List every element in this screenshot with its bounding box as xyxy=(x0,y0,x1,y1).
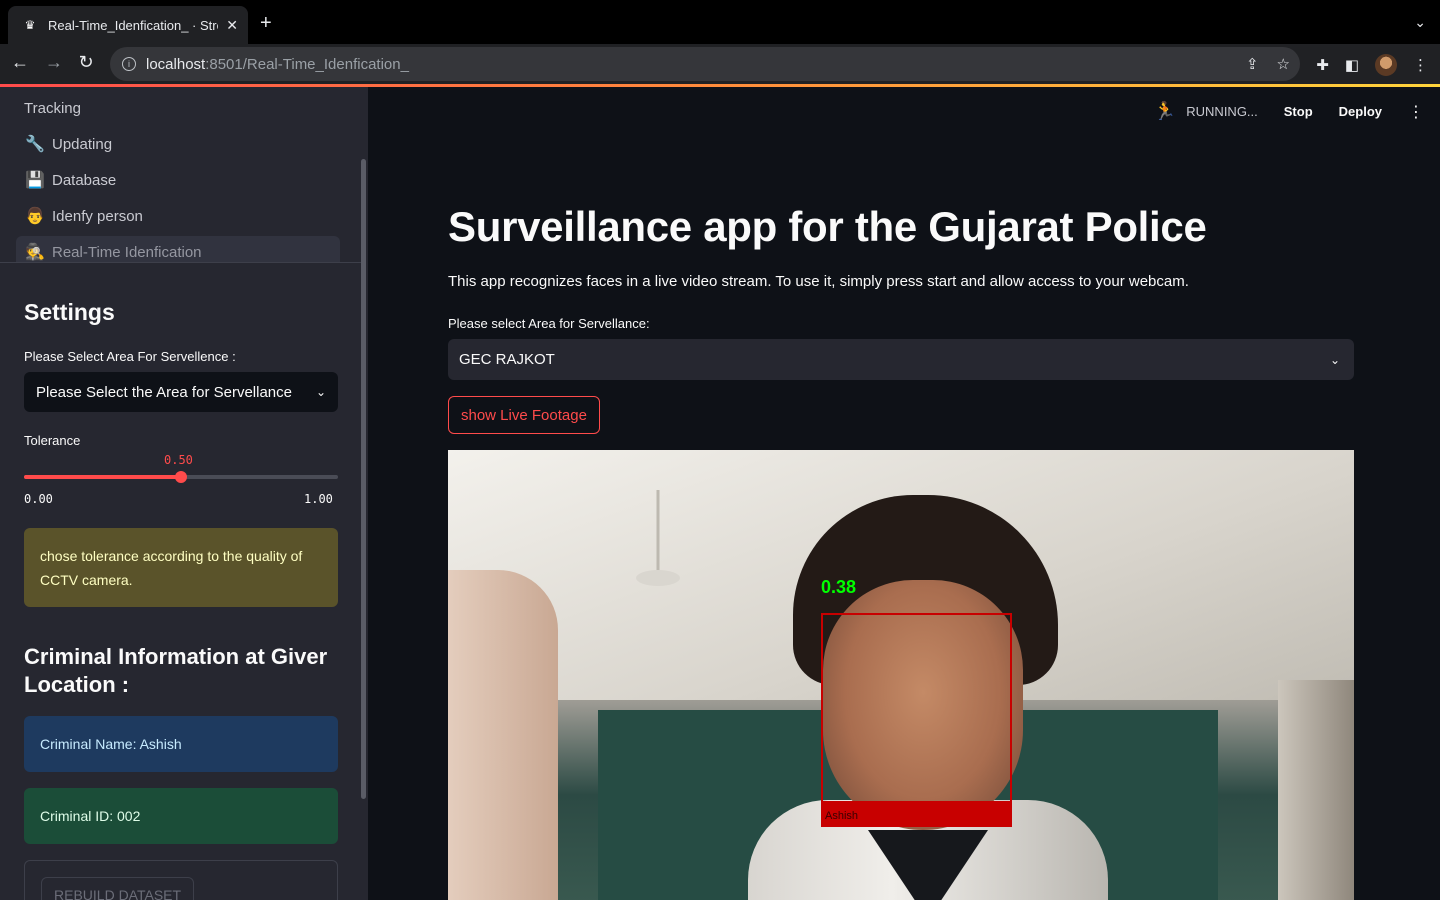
ceiling-fan-graphic xyxy=(636,490,680,586)
browser-tab[interactable]: ♛ Real-Time_Idenfication_ · Stre ✕ xyxy=(8,6,248,44)
new-tab-icon[interactable]: + xyxy=(260,12,272,35)
app-header: 🏃 RUNNING... Stop Deploy ⋮ xyxy=(1154,101,1424,122)
browser-toolbar: ← → ↻ i localhost:8501/Real-Time_Idenfic… xyxy=(0,44,1440,84)
slider-thumb[interactable] xyxy=(175,471,187,483)
floppy-disk-icon: 💾 xyxy=(25,172,45,189)
profile-avatar[interactable] xyxy=(1375,54,1397,76)
deploy-button[interactable]: Deploy xyxy=(1339,104,1382,119)
chevron-down-icon: ⌄ xyxy=(315,385,326,399)
sidebar-item-label: Idenfy person xyxy=(52,207,143,225)
criminal-id-info: Criminal ID: 002 xyxy=(24,788,338,844)
sidebar-area-select[interactable]: Please Select the Area for Servellance ⌄ xyxy=(24,372,338,412)
status-text: RUNNING... xyxy=(1186,104,1258,119)
url-text: localhost:8501/Real-Time_Idenfication_ xyxy=(146,55,409,73)
side-panel-icon[interactable]: ◧ xyxy=(1345,56,1359,74)
sidebar-item-label: Tracking xyxy=(24,99,81,117)
tolerance-value: 0.50 xyxy=(164,453,193,467)
tolerance-label: Tolerance xyxy=(24,433,81,448)
sidebar-item-real-time-idenfication[interactable]: 🕵 Real-Time Idenfication xyxy=(16,236,340,262)
streamlit-crown-icon: ♛ xyxy=(24,18,36,32)
select-value: GEC RAJKOT xyxy=(459,351,555,368)
tab-title: Real-Time_Idenfication_ · Stre xyxy=(48,17,219,33)
slider-fill xyxy=(24,475,181,479)
main-menu-icon[interactable]: ⋮ xyxy=(1408,102,1424,122)
criminal-info-heading: Criminal Information at Giver Location : xyxy=(24,644,328,697)
chevron-down-icon: ⌄ xyxy=(1329,352,1340,367)
slider-max-label: 1.00 xyxy=(304,492,333,506)
extensions-puzzle-icon[interactable]: ✚ xyxy=(1316,56,1329,74)
browser-menu-icon[interactable]: ⋮ xyxy=(1413,56,1428,74)
sidebar-item-label: Real-Time Idenfication xyxy=(52,243,202,261)
sidebar-item-tracking[interactable]: Tracking xyxy=(16,92,340,124)
show-live-footage-button[interactable]: show Live Footage xyxy=(448,396,600,434)
running-man-icon: 🏃 xyxy=(1153,101,1177,121)
criminal-name-info: Criminal Name: Ashish xyxy=(24,716,338,772)
tolerance-warning: chose tolerance according to the quality… xyxy=(24,528,338,607)
bookmark-star-icon[interactable]: ☆ xyxy=(1277,55,1290,73)
running-status: 🏃 RUNNING... xyxy=(1154,101,1258,122)
person-right xyxy=(1278,680,1354,900)
face-detection-box xyxy=(821,613,1012,827)
main-area-label: Please select Area for Servellance: xyxy=(448,316,650,331)
sidebar-nav: Tracking 🔧 Updating 💾 Database 👨 Idenfy … xyxy=(0,87,362,263)
tab-search-chevron-icon[interactable]: ⌄ xyxy=(1414,14,1426,31)
rebuild-form: REBUILD DATASET xyxy=(24,860,338,900)
stop-button[interactable]: Stop xyxy=(1284,104,1313,119)
wrench-icon: 🔧 xyxy=(25,136,45,153)
page-title: Surveillance app for the Gujarat Police xyxy=(448,203,1207,250)
site-info-icon[interactable]: i xyxy=(122,57,136,71)
sidebar-item-updating[interactable]: 🔧 Updating xyxy=(16,128,340,160)
sidebar-item-idenfy-person[interactable]: 👨 Idenfy person xyxy=(16,200,340,232)
raised-arm xyxy=(448,570,558,900)
slider-min-label: 0.00 xyxy=(24,492,53,506)
sidebar-item-label: Database xyxy=(52,171,117,189)
detective-icon: 🕵 xyxy=(25,244,45,261)
share-icon[interactable]: ⇪ xyxy=(1246,55,1259,73)
reload-icon[interactable]: ↻ xyxy=(74,52,98,73)
area-select-label: Please Select Area For Servellence : xyxy=(24,349,236,364)
live-video-frame: 0.38 Ashish xyxy=(448,450,1354,900)
detection-score: 0.38 xyxy=(821,577,857,597)
main-area-select[interactable]: GEC RAJKOT ⌄ xyxy=(448,339,1354,380)
forward-arrow-icon[interactable]: → xyxy=(42,52,66,73)
sidebar-item-label: Updating xyxy=(52,135,113,153)
sidebar-item-database[interactable]: 💾 Database xyxy=(16,164,340,196)
select-value: Please Select the Area for Servellance xyxy=(36,383,292,401)
tolerance-slider[interactable] xyxy=(24,471,338,483)
address-bar[interactable]: i localhost:8501/Real-Time_Idenfication_… xyxy=(110,47,1300,81)
rebuild-dataset-button[interactable]: REBUILD DATASET xyxy=(41,877,195,900)
close-tab-icon[interactable]: ✕ xyxy=(226,17,238,34)
person-icon: 👨 xyxy=(25,208,45,225)
page-description: This app recognizes faces in a live vide… xyxy=(448,273,1189,290)
settings-heading: Settings xyxy=(24,299,115,325)
sidebar: Tracking 🔧 Updating 💾 Database 👨 Idenfy … xyxy=(0,87,368,900)
back-arrow-icon[interactable]: ← xyxy=(8,52,32,73)
main-content: 🏃 RUNNING... Stop Deploy ⋮ Surveillance … xyxy=(368,87,1440,900)
detection-name: Ashish xyxy=(825,810,859,822)
sidebar-scrollbar[interactable] xyxy=(361,159,366,799)
browser-tab-bar: ♛ Real-Time_Idenfication_ · Stre ✕ + ⌄ xyxy=(0,0,1440,44)
